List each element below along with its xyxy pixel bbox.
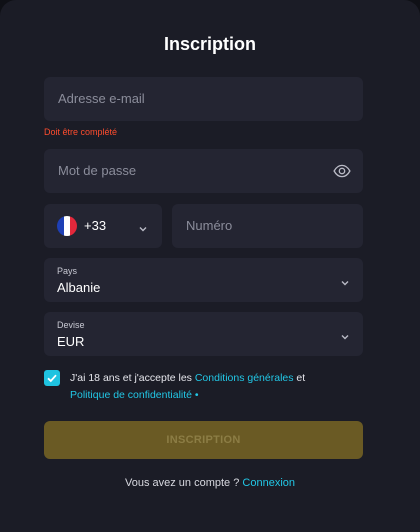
country-value: Albanie: [57, 280, 101, 295]
login-prompt-text: Vous avez un compte ?: [124, 477, 243, 489]
privacy-policy-link[interactable]: Politique de confidentialité: [70, 389, 192, 401]
country-select[interactable]: Pays Albanie: [44, 258, 363, 302]
country-code-value: +33: [84, 218, 107, 233]
password-placeholder: Mot de passe: [58, 163, 137, 178]
registration-panel: Inscription Adresse e-mail Doit être com…: [0, 0, 420, 532]
email-field[interactable]: Adresse e-mail: [44, 77, 363, 121]
terms-text: J'ai 18 ans et j'accepte les Conditions …: [70, 370, 370, 404]
chevron-down-icon: [340, 329, 350, 340]
chevron-down-icon: [340, 275, 350, 286]
show-password-eye-icon[interactable]: [333, 162, 351, 180]
chevron-down-icon: [138, 221, 148, 232]
france-flag-icon: [57, 216, 77, 236]
terms-text-middle: et: [293, 372, 306, 384]
phone-number-placeholder: Numéro: [186, 218, 233, 233]
email-placeholder: Adresse e-mail: [58, 91, 145, 106]
page-title: Inscription: [163, 34, 256, 54]
terms-text-before: J'ai 18 ans et j'accepte les: [70, 372, 195, 384]
country-code-select[interactable]: +33: [44, 204, 162, 248]
required-mark: •: [192, 389, 199, 401]
password-field[interactable]: Mot de passe: [44, 149, 363, 193]
phone-number-field[interactable]: Numéro: [172, 204, 363, 248]
currency-value: EUR: [57, 334, 85, 349]
currency-label: Devise: [57, 320, 85, 330]
login-link[interactable]: Connexion: [242, 477, 295, 489]
country-label: Pays: [57, 266, 78, 276]
register-button[interactable]: INSCRIPTION: [44, 421, 363, 459]
login-prompt: Vous avez un compte ? Connexion: [0, 477, 420, 489]
currency-select[interactable]: Devise EUR: [44, 312, 363, 356]
checkmark-icon: [47, 374, 57, 383]
conditions-link[interactable]: Conditions générales: [195, 372, 294, 384]
terms-checkbox[interactable]: [44, 370, 60, 386]
email-error-message: Doit être complété: [44, 127, 118, 137]
